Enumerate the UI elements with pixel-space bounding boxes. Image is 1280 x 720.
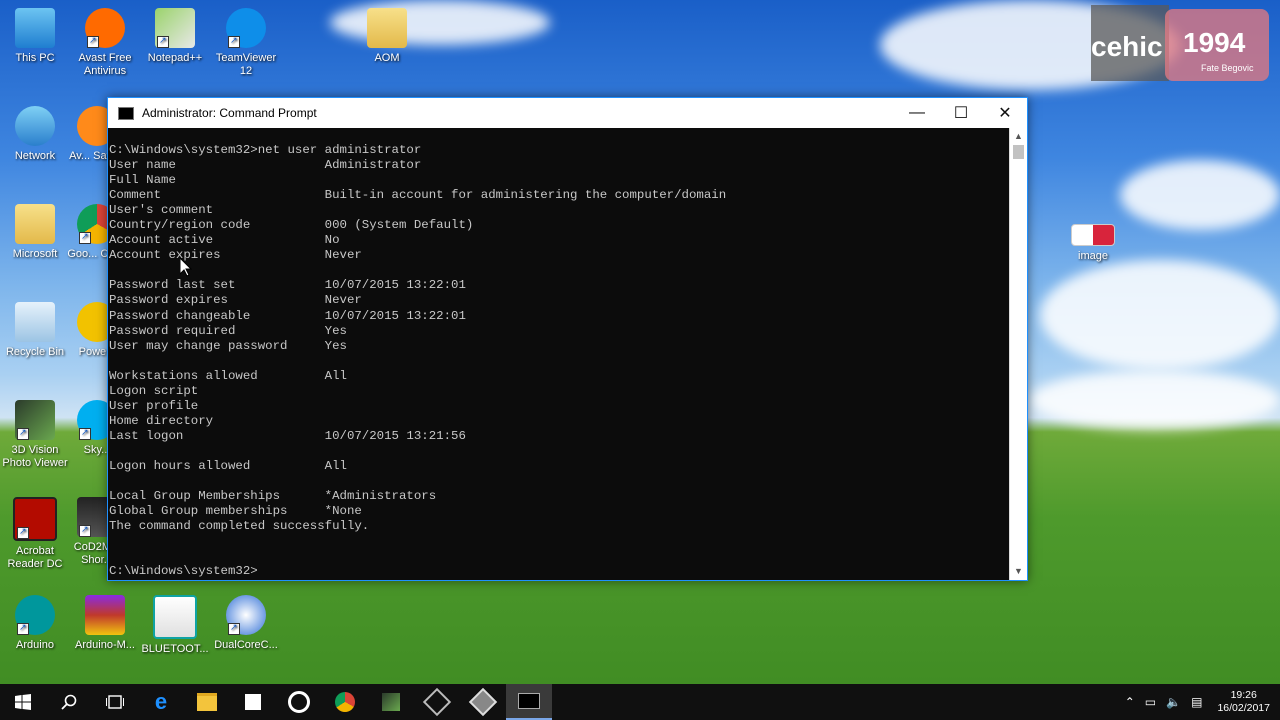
taskbar-app-3[interactable] <box>460 684 506 720</box>
desktop-icon-label: image <box>1078 250 1108 262</box>
taskbar-store[interactable] <box>230 684 276 720</box>
maximize-button[interactable]: ☐ <box>939 98 983 128</box>
desktop-icon-dualcore[interactable]: DualCoreC... <box>211 595 281 652</box>
search-icon <box>61 694 77 710</box>
folder-icon <box>15 204 55 244</box>
app-icon <box>382 693 400 711</box>
desktop-icon-image[interactable]: image <box>1058 224 1128 263</box>
edge-icon: e <box>154 689 168 714</box>
scroll-up-arrow-icon[interactable]: ▲ <box>1010 128 1027 145</box>
desktop-icon-bluetooth[interactable]: BLUETOOT... <box>140 595 210 656</box>
desktop-icon-label: Network <box>14 150 56 162</box>
desktop-icon-3d-vision[interactable]: 3D Vision Photo Viewer <box>0 400 70 470</box>
taskbar-app-1[interactable] <box>368 684 414 720</box>
cmd-icon <box>518 693 540 709</box>
app-icon <box>422 687 452 717</box>
mouse-cursor-icon <box>180 258 192 277</box>
computer-icon <box>15 8 55 48</box>
channel-watermark: cehic 1994 Fate Begovic <box>1091 5 1269 81</box>
network-icon <box>15 106 55 146</box>
taskbar-edge[interactable]: e <box>138 684 184 720</box>
desktop-icon-avast[interactable]: Avast Free Antivirus <box>70 8 140 78</box>
windows-logo-icon <box>15 694 31 710</box>
cloud <box>1030 370 1280 430</box>
window-titlebar[interactable]: Administrator: Command Prompt — ☐ ✕ <box>108 98 1027 128</box>
window-title: Administrator: Command Prompt <box>142 106 317 120</box>
clock-time: 19:26 <box>1230 689 1257 701</box>
circle-app-icon <box>288 691 310 713</box>
winrar-icon <box>85 595 125 635</box>
desktop-icon-label: Notepad++ <box>147 52 203 64</box>
desktop-icon-label: BLUETOOT... <box>141 643 209 655</box>
taskbar: e ⌃ ▭ 🔈 ▤ 19:26 16/02/2017 <box>0 684 1280 720</box>
desktop-icon-arduino[interactable]: Arduino <box>0 595 70 652</box>
dualcore-icon <box>226 595 266 635</box>
network-icon[interactable]: ▭ <box>1140 695 1161 709</box>
clock[interactable]: 19:26 16/02/2017 <box>1207 689 1280 715</box>
clock-date: 16/02/2017 <box>1217 702 1270 714</box>
desktop-icon-arduino-m[interactable]: Arduino-M... <box>70 595 140 652</box>
desktop-icon-network[interactable]: Network <box>0 106 70 163</box>
desktop-icon-label: DualCoreC... <box>214 639 278 651</box>
taskbar-app-circle[interactable] <box>276 684 322 720</box>
chrome-icon <box>335 692 355 712</box>
desktop-icon-label: Arduino <box>16 639 54 651</box>
desktop-icon-acrobat[interactable]: Acrobat Reader DC <box>0 497 70 571</box>
chevron-up-icon[interactable]: ⌃ <box>1120 695 1140 709</box>
console-output[interactable]: C:\Windows\system32>net user administrat… <box>108 128 1010 580</box>
notification-icon[interactable]: ▤ <box>1186 695 1207 709</box>
desktop-icon-label: Avast Free Antivirus <box>78 52 132 77</box>
store-icon <box>245 694 261 710</box>
notepadpp-icon <box>155 8 195 48</box>
acrobat-icon <box>13 497 57 541</box>
watermark-right-text: 1994 <box>1183 27 1246 58</box>
desktop-icon-teamviewer[interactable]: TeamViewer 12 <box>211 8 281 78</box>
desktop-icon-label: AOM <box>374 52 400 64</box>
command-prompt-window[interactable]: Administrator: Command Prompt — ☐ ✕ C:\W… <box>107 97 1028 581</box>
3d-vision-icon <box>15 400 55 440</box>
desktop-icon-label: Arduino-M... <box>75 639 135 651</box>
image-file-icon <box>1071 224 1115 246</box>
folder-icon <box>197 693 217 711</box>
desktop-icon-label: This PC <box>15 52 55 64</box>
taskbar-chrome[interactable] <box>322 684 368 720</box>
task-view-button[interactable] <box>92 684 138 720</box>
scroll-down-arrow-icon[interactable]: ▼ <box>1010 563 1027 580</box>
desktop-icon-label: TeamViewer 12 <box>215 52 277 77</box>
desktop-icon-recycle-bin[interactable]: Recycle Bin <box>0 302 70 359</box>
taskbar-command-prompt[interactable] <box>506 684 552 720</box>
desktop-icon-label: Microsoft <box>12 248 58 260</box>
search-button[interactable] <box>46 684 92 720</box>
cloud <box>1120 160 1280 230</box>
bluetooth-file-icon <box>153 595 197 639</box>
scroll-thumb[interactable] <box>1013 145 1024 159</box>
teamviewer-icon <box>226 8 266 48</box>
system-tray: ⌃ ▭ 🔈 ▤ 19:26 16/02/2017 <box>1120 689 1280 715</box>
folder-icon <box>367 8 407 48</box>
desktop-icon-label: Recycle Bin <box>5 346 65 358</box>
close-button[interactable]: ✕ <box>983 98 1027 128</box>
desktop-icon-this-pc[interactable]: This PC <box>0 8 70 65</box>
avast-icon <box>85 8 125 48</box>
volume-icon[interactable]: 🔈 <box>1161 695 1186 709</box>
start-button[interactable] <box>0 684 46 720</box>
desktop-icon-label: 3D Vision Photo Viewer <box>2 444 68 469</box>
task-view-icon <box>106 695 124 709</box>
desktop-icon-microsoft[interactable]: Microsoft <box>0 204 70 261</box>
vertical-scrollbar[interactable]: ▲ ▼ <box>1009 128 1027 580</box>
desktop-icon-aom[interactable]: AOM <box>352 8 422 65</box>
minimize-button[interactable]: — <box>895 98 939 128</box>
desktop-icon-label: Acrobat Reader DC <box>7 545 63 570</box>
taskbar-file-explorer[interactable] <box>184 684 230 720</box>
arduino-icon <box>15 595 55 635</box>
watermark-left-text: cehic <box>1091 31 1163 62</box>
cloud <box>1040 260 1280 370</box>
recycle-bin-icon <box>15 302 55 342</box>
desktop-icon-notepadpp[interactable]: Notepad++ <box>140 8 210 65</box>
cmd-app-icon <box>118 106 134 120</box>
watermark-sub-text: Fate Begovic <box>1201 63 1254 73</box>
app-icon <box>468 687 498 717</box>
taskbar-app-2[interactable] <box>414 684 460 720</box>
